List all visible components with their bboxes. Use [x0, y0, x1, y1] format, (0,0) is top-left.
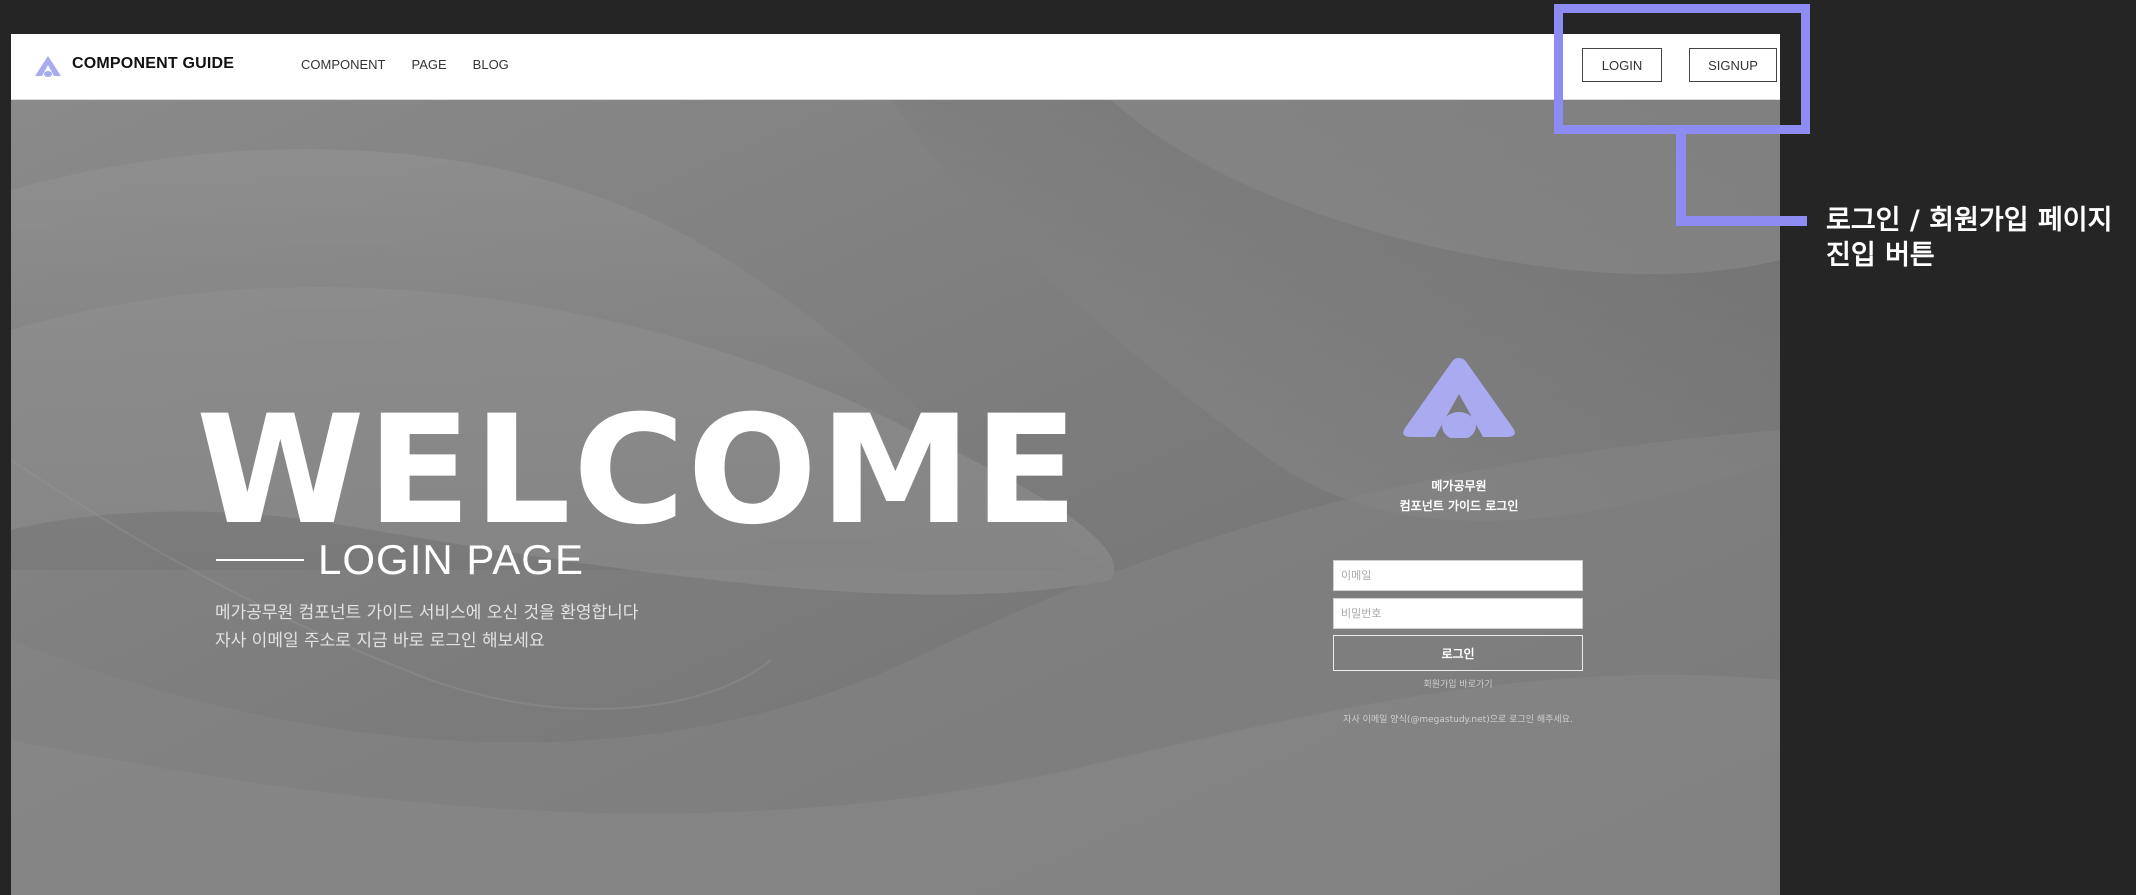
intro-text: 메가공무원 컴포넌트 가이드 서비스에 오신 것을 환영합니다 자사 이메일 주… [215, 599, 638, 655]
annotation-line-2: 진입 버튼 [1826, 240, 1935, 271]
intro-line-1: 메가공무원 컴포넌트 가이드 서비스에 오신 것을 환영합니다 [215, 603, 639, 623]
subheadline-divider [216, 559, 304, 561]
nav-item-page[interactable]: PAGE [412, 57, 447, 72]
callout-line-horizontal [1676, 216, 1807, 226]
nav-item-blog[interactable]: BLOG [473, 57, 509, 72]
main-nav: COMPONENT PAGE BLOG [301, 57, 509, 72]
login-submit-button[interactable]: 로그인 [1333, 635, 1583, 671]
annotation-line-1: 로그인 / 회원가입 페이지 [1826, 205, 2113, 236]
callout-line-vertical [1676, 133, 1686, 226]
annotation-text: 로그인 / 회원가입 페이지 진입 버튼 [1826, 203, 2112, 273]
subheadline: LOGIN PAGE [318, 536, 584, 583]
password-input[interactable] [1333, 598, 1583, 629]
signup-link[interactable]: 회원가입 바로가기 [1333, 677, 1583, 690]
email-format-note: 자사 이메일 양식(@megastudy.net)으로 로그인 해주세요. [1343, 715, 1573, 725]
nav-item-component[interactable]: COMPONENT [301, 57, 386, 72]
login-title-line-1: 메가공무원 [1431, 479, 1487, 493]
top-header: COMPONENT GUIDE COMPONENT PAGE BLOG LOGI… [11, 34, 1780, 100]
brand-logo-icon[interactable] [34, 55, 62, 77]
brand-name[interactable]: COMPONENT GUIDE [72, 55, 234, 73]
login-title-line-2: 컴포넌트 가이드 로그인 [1399, 499, 1519, 513]
login-title: 메가공무원 컴포넌트 가이드 로그인 [1331, 476, 1587, 516]
highlight-box [1554, 4, 1810, 134]
login-logo-icon [1403, 358, 1515, 438]
subheadline-row: LOGIN PAGE [216, 536, 584, 584]
intro-line-2: 자사 이메일 주소로 지금 바로 로그인 해보세요 [215, 631, 545, 651]
browser-frame: COMPONENT GUIDE COMPONENT PAGE BLOG LOGI… [11, 34, 1780, 895]
welcome-headline: WELCOME [196, 384, 1081, 558]
email-input[interactable] [1333, 560, 1583, 591]
